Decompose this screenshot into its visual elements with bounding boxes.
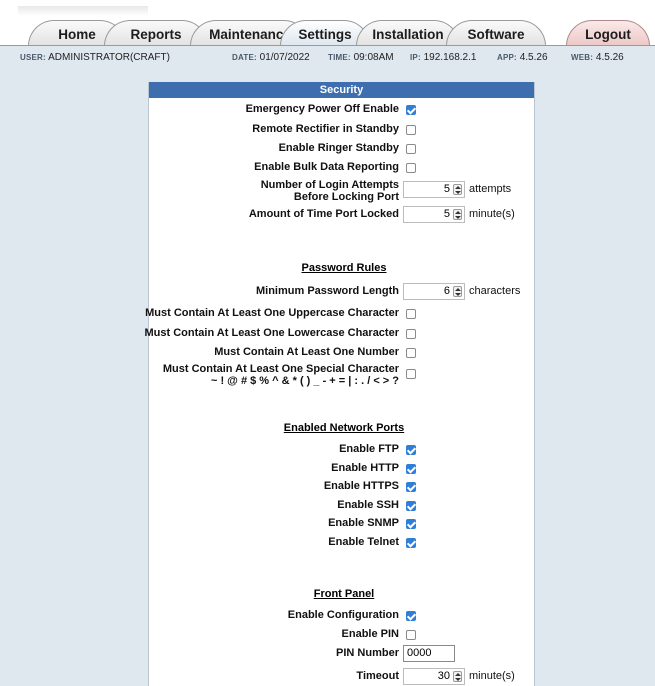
emergency-power-off-checkbox[interactable] <box>406 105 416 115</box>
enable-ssh-checkbox[interactable] <box>406 501 416 511</box>
enable-telnet-label: Enable Telnet <box>328 536 399 548</box>
login-attempts-value: 5 <box>443 183 450 195</box>
lowercase-checkbox[interactable] <box>406 329 416 339</box>
enable-http-checkbox[interactable] <box>406 464 416 474</box>
special-char-label: Must Contain At Least One Special Charac… <box>163 363 399 387</box>
uppercase-checkbox[interactable] <box>406 309 416 319</box>
enable-ftp-checkbox[interactable] <box>406 445 416 455</box>
header-strip <box>18 6 148 16</box>
remote-rectifier-checkbox[interactable] <box>406 125 416 135</box>
lowercase-label: Must Contain At Least One Lowercase Char… <box>144 327 400 339</box>
pin-number-input[interactable]: 0000 <box>403 645 455 662</box>
number-checkbox[interactable] <box>406 348 416 358</box>
min-password-length-value: 6 <box>443 285 450 297</box>
enable-ftp-label: Enable FTP <box>339 443 399 455</box>
tab-software[interactable]: Software <box>446 20 546 46</box>
ringer-standby-label: Enable Ringer Standby <box>278 142 399 154</box>
login-attempts-label: Number of Login Attempts Before Locking … <box>261 179 399 203</box>
min-password-length-input[interactable]: 6 <box>403 283 465 300</box>
enable-configuration-label: Enable Configuration <box>287 609 399 621</box>
enable-pin-checkbox[interactable] <box>406 630 416 640</box>
password-rules-heading: Password Rules <box>301 262 387 274</box>
enable-configuration-checkbox[interactable] <box>406 611 416 621</box>
enable-https-label: Enable HTTPS <box>323 480 399 492</box>
time-locked-unit: minute(s) <box>469 208 515 220</box>
time-locked-input[interactable]: 5 <box>403 206 465 223</box>
login-attempts-spinner[interactable] <box>453 184 462 195</box>
timeout-value: 30 <box>437 670 450 682</box>
enable-ssh-label: Enable SSH <box>337 499 399 511</box>
number-label: Must Contain At Least One Number <box>214 346 399 358</box>
login-attempts-input[interactable]: 5 <box>403 181 465 198</box>
min-password-length-label: Minimum Password Length <box>255 285 399 297</box>
time-locked-label: Amount of Time Port Locked <box>248 208 399 220</box>
emergency-power-off-label: Emergency Power Off Enable <box>245 103 399 115</box>
tab-installation[interactable]: Installation <box>356 20 460 46</box>
security-title: Security <box>149 82 534 98</box>
min-password-length-spinner[interactable] <box>453 286 462 297</box>
date-info: DATE: 01/07/2022 <box>232 52 310 63</box>
web-version-info: WEB: 4.5.26 <box>571 52 624 63</box>
enable-https-checkbox[interactable] <box>406 482 416 492</box>
time-locked-spinner[interactable] <box>453 209 462 220</box>
timeout-unit: minute(s) <box>469 670 515 682</box>
app-version-info: APP: 4.5.26 <box>497 52 548 63</box>
enable-telnet-checkbox[interactable] <box>406 538 416 548</box>
login-attempts-label-line1: Number of Login Attempts <box>260 179 399 191</box>
enable-pin-label: Enable PIN <box>341 628 399 640</box>
timeout-input[interactable]: 30 <box>403 668 465 685</box>
status-info-bar: USER: ADMINISTRATOR(CRAFT) DATE: 01/07/2… <box>0 46 655 70</box>
timeout-spinner[interactable] <box>453 671 462 682</box>
timeout-label: Timeout <box>356 670 399 682</box>
enable-snmp-label: Enable SNMP <box>328 517 399 529</box>
settings-panel: Security Emergency Power Off Enable Remo… <box>144 82 535 686</box>
network-ports-heading: Enabled Network Ports <box>283 422 405 434</box>
enable-snmp-checkbox[interactable] <box>406 519 416 529</box>
time-info: TIME: 09:08AM <box>328 52 394 63</box>
pin-number-label: PIN Number <box>336 647 399 659</box>
special-char-list: ~ ! @ # $ % ^ & * ( ) _ - + = | : . / < … <box>210 375 399 387</box>
special-char-checkbox[interactable] <box>406 369 416 379</box>
enable-http-label: Enable HTTP <box>331 462 399 474</box>
bulk-data-label: Enable Bulk Data Reporting <box>254 161 399 173</box>
user-info: USER: ADMINISTRATOR(CRAFT) <box>20 52 170 63</box>
ip-info: IP: 192.168.2.1 <box>410 52 477 63</box>
time-locked-value: 5 <box>443 208 450 220</box>
remote-rectifier-label: Remote Rectifier in Standby <box>252 123 399 135</box>
tab-logout[interactable]: Logout <box>566 20 650 46</box>
top-navigation: Home Reports Maintenance Settings Instal… <box>0 0 655 46</box>
min-password-length-unit: characters <box>469 285 521 297</box>
front-panel-heading: Front Panel <box>313 588 375 600</box>
ringer-standby-checkbox[interactable] <box>406 144 416 154</box>
login-attempts-label-line2: Before Locking Port <box>293 191 399 203</box>
login-attempts-unit: attempts <box>469 183 512 195</box>
bulk-data-checkbox[interactable] <box>406 163 416 173</box>
special-char-label-line1: Must Contain At Least One Special Charac… <box>162 363 399 375</box>
uppercase-label: Must Contain At Least One Uppercase Char… <box>145 307 399 319</box>
